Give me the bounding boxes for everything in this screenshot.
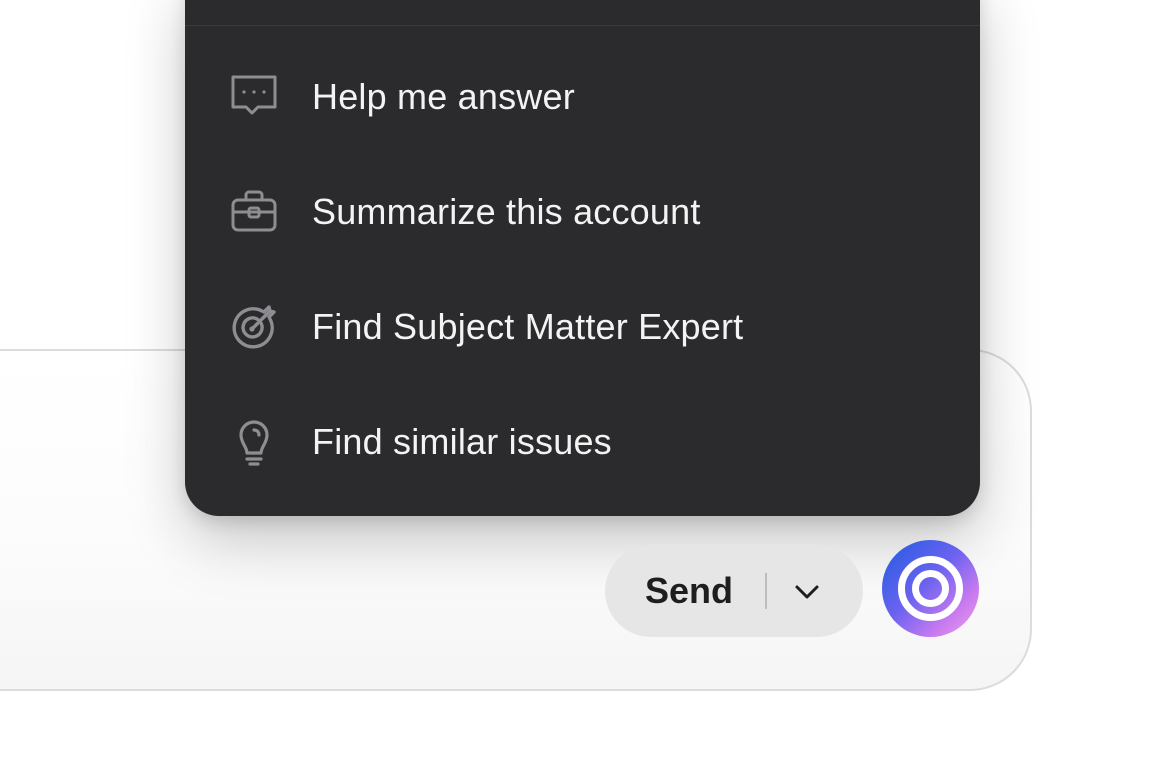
- target-arrow-icon: [228, 301, 280, 353]
- menu-item-find-similar-issues[interactable]: Find similar issues: [185, 392, 980, 492]
- send-split-button: Send: [605, 545, 863, 637]
- menu-item-help-me-answer[interactable]: Help me answer: [185, 47, 980, 147]
- menu-item-label: Find Subject Matter Expert: [312, 306, 744, 347]
- menu-item-label: Find similar issues: [312, 421, 612, 462]
- menu-item-label: Summarize this account: [312, 191, 701, 232]
- quick-actions-menu: Help me answer Summarize this account Fi…: [185, 0, 980, 516]
- lightbulb-icon: [228, 416, 280, 468]
- send-divider: [765, 573, 767, 609]
- send-button[interactable]: Send: [645, 545, 733, 637]
- briefcase-icon: [228, 186, 280, 238]
- ai-assistant-button[interactable]: [882, 540, 979, 637]
- chevron-down-icon[interactable]: [787, 571, 827, 611]
- chat-bubble-dots-icon: [228, 71, 280, 123]
- menu-item-summarize-account[interactable]: Summarize this account: [185, 162, 980, 262]
- menu-item-label: Help me answer: [312, 76, 575, 117]
- menu-item-find-expert[interactable]: Find Subject Matter Expert: [185, 277, 980, 377]
- concentric-circles-icon: [898, 556, 963, 621]
- menu-divider: [185, 25, 980, 26]
